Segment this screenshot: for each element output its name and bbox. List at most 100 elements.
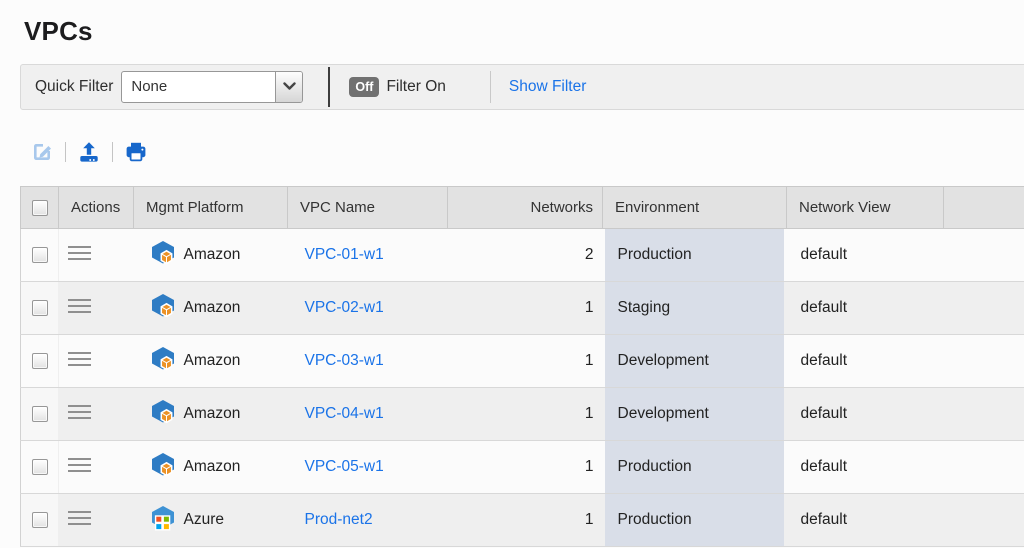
cell-vpc-name: VPC-03-w1 [288,335,448,388]
platform-label: Amazon [184,458,241,476]
row-select-cell [21,282,59,335]
cell-environment: Production [603,494,787,547]
cell-network-view: default [787,335,944,388]
cell-vpc-name: VPC-04-w1 [288,388,448,441]
row-checkbox[interactable] [32,406,48,422]
row-actions-menu-icon[interactable] [68,293,91,319]
quick-filter-select[interactable]: None [121,71,303,103]
platform-label: Amazon [184,299,241,317]
table-row: Amazon VPC-02-w1 1 Staging default [21,282,1024,335]
toolbar-divider [112,142,113,162]
cell-mgmt-platform: Azure [134,494,288,547]
cell-mgmt-platform: Amazon [134,335,288,388]
table-toolbar [30,140,1024,164]
cell-vpc-name: VPC-02-w1 [288,282,448,335]
cell-network-view: default [787,282,944,335]
cell-network-view: default [787,229,944,282]
environment-value: Production [605,229,784,281]
row-actions-menu-icon[interactable] [68,240,91,266]
row-checkbox[interactable] [32,353,48,369]
row-select-cell [21,441,59,494]
cell-networks: 1 [448,441,603,494]
row-select-cell [21,494,59,547]
cell-mgmt-platform: Amazon [134,282,288,335]
row-checkbox[interactable] [32,512,48,528]
show-filter-link[interactable]: Show Filter [509,78,587,96]
cell-network-view: default [787,441,944,494]
row-select-cell [21,388,59,441]
cell-environment: Development [603,335,787,388]
table-row: Amazon VPC-03-w1 1 Development default [21,335,1024,388]
header-networks[interactable]: Networks [448,187,603,229]
table-row: Amazon VPC-05-w1 1 Production default [21,441,1024,494]
environment-value: Production [605,441,784,493]
cell-environment: Staging [603,282,787,335]
row-actions-cell [59,335,134,388]
row-checkbox[interactable] [32,300,48,316]
row-actions-cell [59,441,134,494]
platform-label: Amazon [184,405,241,423]
azure-icon [150,505,176,536]
vpc-name-link[interactable]: Prod-net2 [305,511,373,528]
vpc-name-link[interactable]: VPC-05-w1 [305,458,384,475]
cell-vpc-name: VPC-01-w1 [288,229,448,282]
table-row: Amazon VPC-04-w1 1 Development default [21,388,1024,441]
cell-spacer [944,388,1024,441]
cell-networks: 1 [448,494,603,547]
header-environment[interactable]: Environment [603,187,787,229]
filter-bar-divider-2 [490,71,491,103]
cell-network-view: default [787,494,944,547]
row-actions-menu-icon[interactable] [68,399,91,425]
cell-networks: 1 [448,388,603,441]
row-actions-menu-icon[interactable] [68,346,91,372]
row-checkbox[interactable] [32,459,48,475]
header-network-view[interactable]: Network View [787,187,944,229]
upload-icon[interactable] [77,140,101,164]
row-select-cell [21,229,59,282]
amazon-icon [150,293,176,324]
vpc-name-link[interactable]: VPC-02-w1 [305,299,384,316]
filter-toggle-label: Filter On [386,78,445,96]
amazon-icon [150,452,176,483]
header-mgmt-platform[interactable]: Mgmt Platform [134,187,288,229]
header-actions[interactable]: Actions [59,187,134,229]
cell-spacer [944,441,1024,494]
header-vpc-name[interactable]: VPC Name [288,187,448,229]
row-actions-menu-icon[interactable] [68,452,91,478]
environment-value: Staging [605,282,784,334]
row-actions-cell [59,494,134,547]
row-checkbox[interactable] [32,247,48,263]
platform-label: Azure [184,511,225,529]
filter-toggle[interactable]: Off [349,77,379,97]
row-actions-cell [59,282,134,335]
vpc-name-link[interactable]: VPC-04-w1 [305,405,384,422]
quick-filter-value: None [122,72,275,102]
cell-networks: 2 [448,229,603,282]
table-row: Amazon VPC-01-w1 2 Production default [21,229,1024,282]
cell-vpc-name: VPC-05-w1 [288,441,448,494]
cell-spacer [944,494,1024,547]
cell-mgmt-platform: Amazon [134,229,288,282]
vpc-name-link[interactable]: VPC-03-w1 [305,352,384,369]
row-select-cell [21,335,59,388]
environment-value: Production [605,494,784,546]
quick-filter-dropdown-button[interactable] [275,72,302,102]
vpc-table: Actions Mgmt Platform VPC Name Networks … [20,186,1024,547]
chevron-down-icon [283,78,296,96]
environment-value: Development [605,388,784,440]
filter-bar-divider [328,67,330,107]
print-icon[interactable] [124,140,148,164]
row-actions-cell [59,229,134,282]
row-actions-menu-icon[interactable] [68,505,91,531]
select-all-checkbox[interactable] [32,200,48,216]
row-actions-cell [59,388,134,441]
edit-icon[interactable] [30,140,54,164]
cell-spacer [944,282,1024,335]
table-row: Azure Prod-net2 1 Production default [21,494,1024,547]
cell-mgmt-platform: Amazon [134,388,288,441]
vpc-name-link[interactable]: VPC-01-w1 [305,246,384,263]
platform-label: Amazon [184,352,241,370]
select-all-header [21,187,59,229]
amazon-icon [150,346,176,377]
toolbar-divider [65,142,66,162]
